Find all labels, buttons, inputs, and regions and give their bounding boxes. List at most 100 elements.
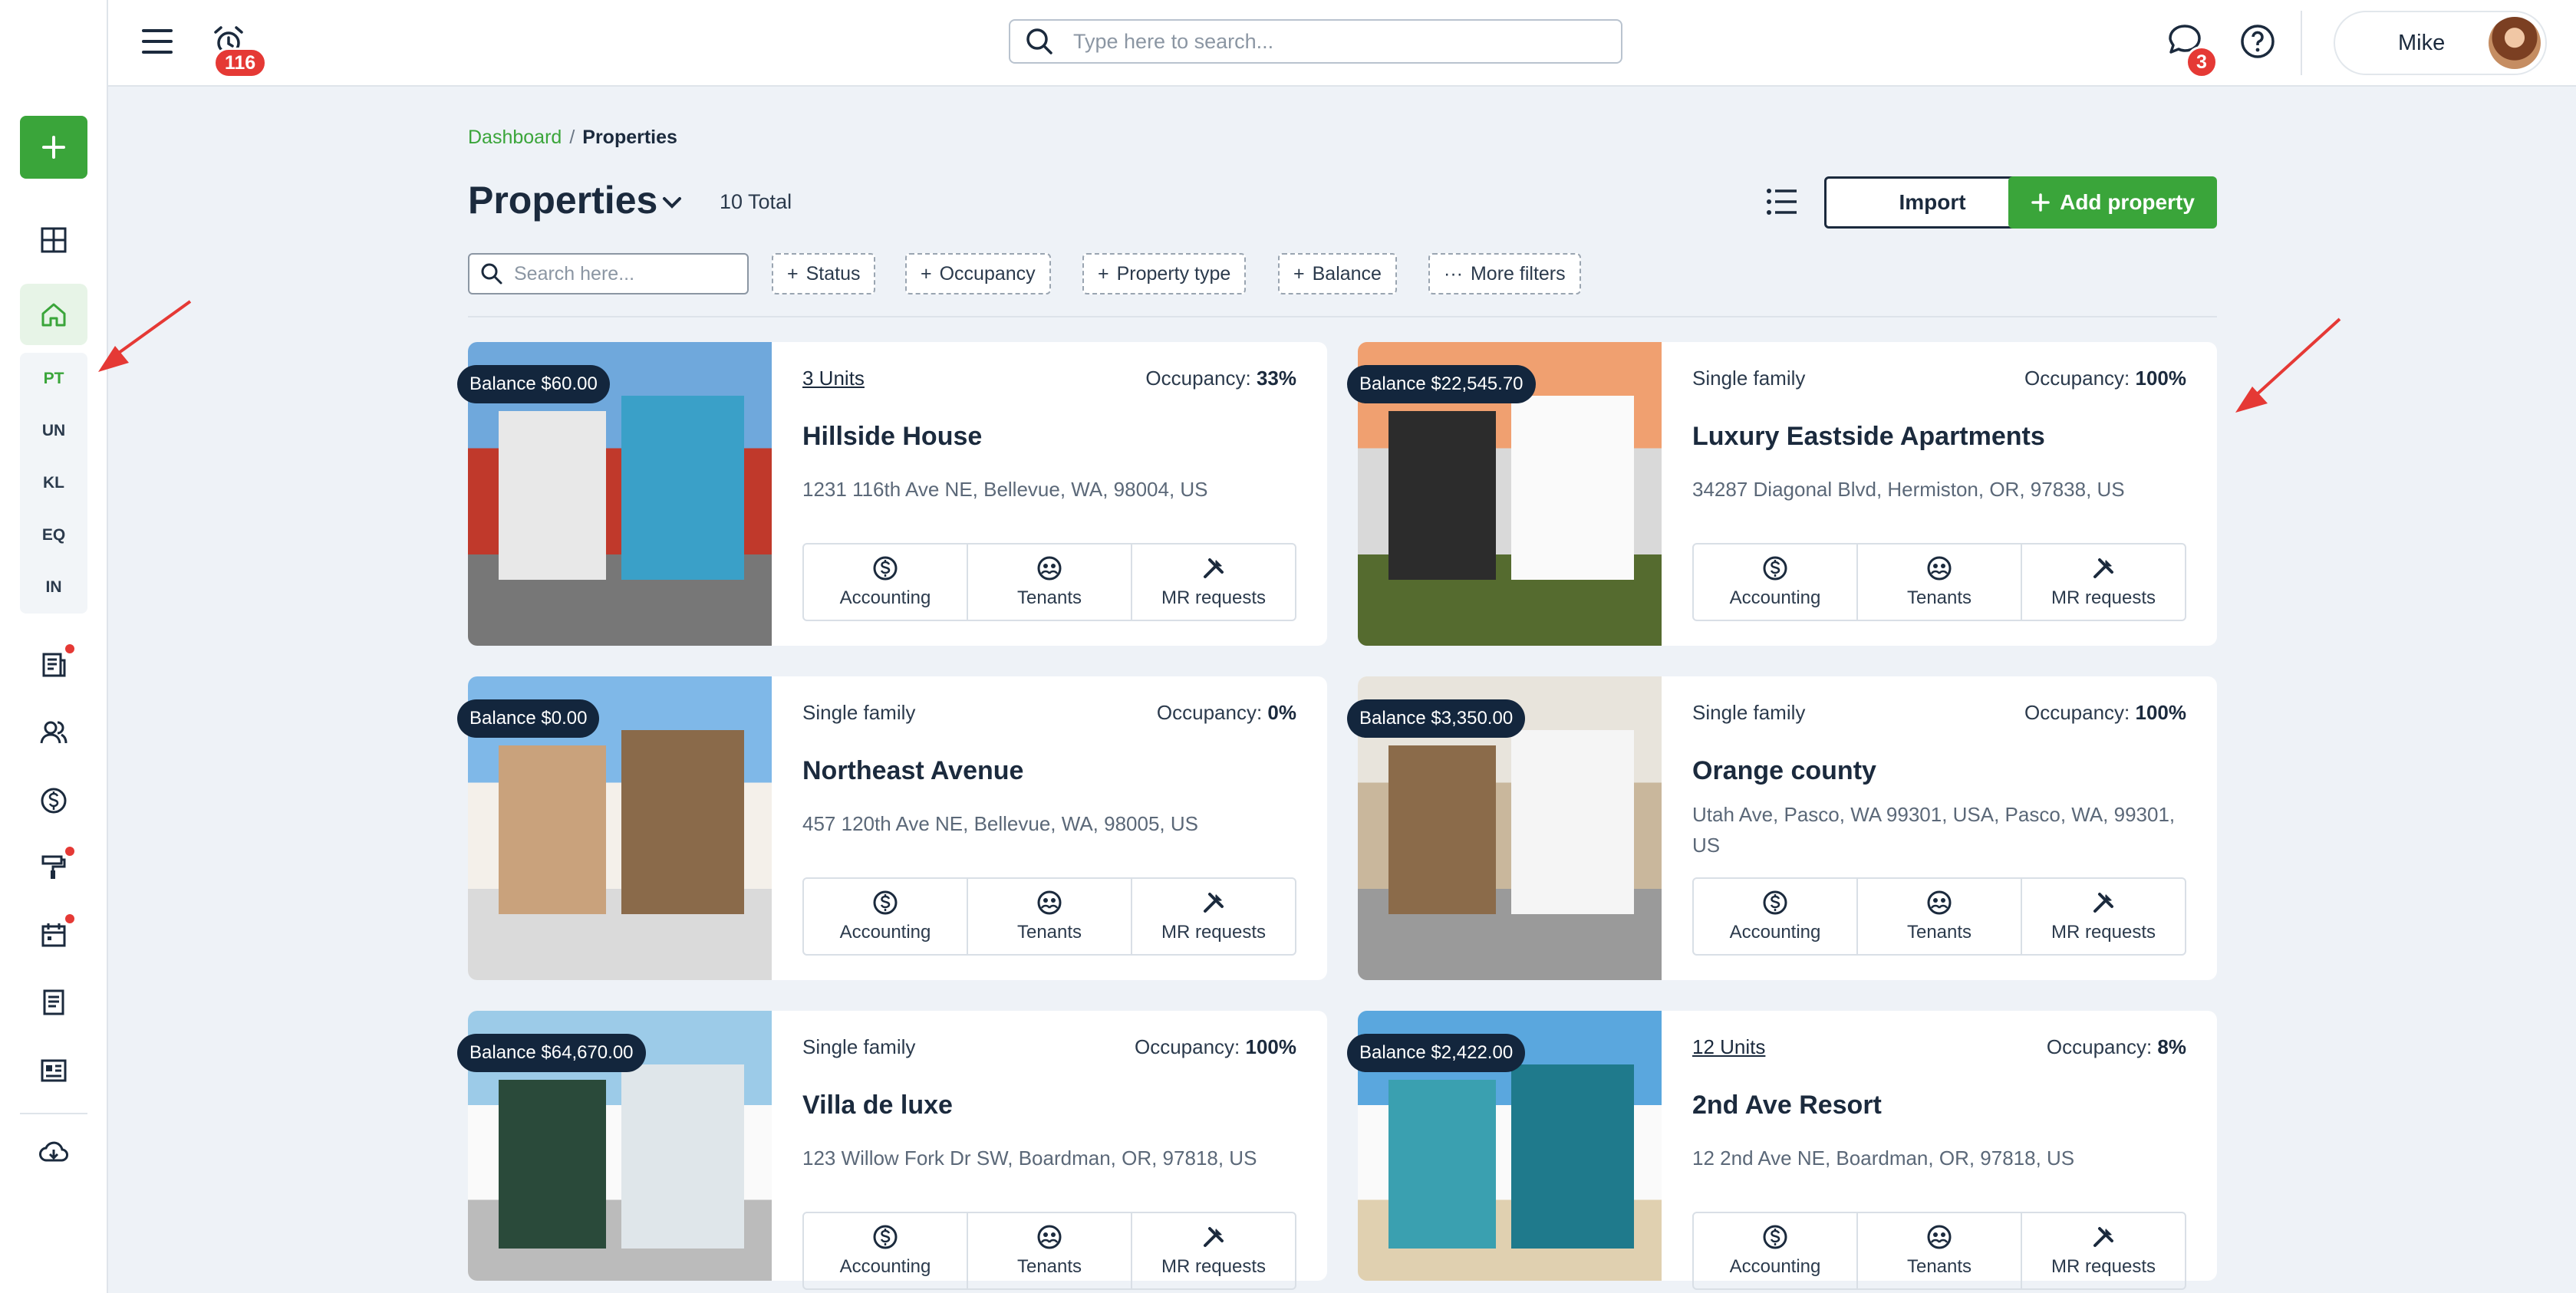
- property-name[interactable]: Luxury Eastside Apartments: [1692, 422, 2045, 452]
- mr-requests-button[interactable]: MR requests: [2022, 879, 2185, 954]
- property-address: Utah Ave, Pasco, WA 99301, USA, Pasco, W…: [1692, 803, 2176, 857]
- tenants-icon: [1037, 1225, 1062, 1249]
- property-name[interactable]: Northeast Avenue: [802, 756, 1023, 786]
- property-name[interactable]: Hillside House: [802, 422, 982, 452]
- accounting-button[interactable]: Accounting: [1694, 879, 1858, 954]
- tools-icon: [1204, 893, 1224, 913]
- tenants-button[interactable]: Tenants: [968, 1213, 1132, 1288]
- property-card[interactable]: Balance $64,670.00 Single family Occupan…: [457, 1011, 1327, 1290]
- filter-balance[interactable]: + Balance: [1278, 253, 1397, 294]
- filter-balance-label: Balance: [1312, 262, 1382, 285]
- mr-requests-button[interactable]: MR requests: [1132, 545, 1295, 620]
- dollar-icon: [1763, 890, 1787, 915]
- property-card[interactable]: Balance $60.00 3 Units Occupancy: 33% Hi…: [457, 342, 1327, 646]
- mr-requests-button[interactable]: MR requests: [1132, 879, 1295, 954]
- listing-icon: [41, 1059, 67, 1082]
- dollar-icon: [1763, 1225, 1787, 1249]
- accounting-label: Accounting: [1729, 922, 1821, 943]
- mr-requests-button[interactable]: MR requests: [2022, 1213, 2185, 1288]
- submenu-item-kl[interactable]: KL: [20, 474, 87, 492]
- plus-icon: [42, 136, 65, 159]
- mr-requests-button[interactable]: MR requests: [1132, 1213, 1295, 1288]
- submenu-item-in[interactable]: IN: [20, 578, 87, 597]
- property-actions: Accounting Tenants MR requests: [1692, 543, 2186, 621]
- add-property-button[interactable]: Add property: [2008, 176, 2217, 229]
- accounting-button[interactable]: Accounting: [1694, 545, 1858, 620]
- sidebar-item-properties[interactable]: [20, 284, 87, 345]
- submenu-item-eq[interactable]: EQ: [20, 526, 87, 545]
- property-name[interactable]: 2nd Ave Resort: [1692, 1091, 1882, 1120]
- cloud-download-icon: [39, 1141, 68, 1162]
- tenants-button[interactable]: Tenants: [1858, 545, 2022, 620]
- tools-icon: [1204, 558, 1224, 578]
- sidebar-item-downloads[interactable]: [31, 1130, 77, 1176]
- property-card[interactable]: Balance $0.00 Single family Occupancy: 0…: [457, 676, 1327, 980]
- balance-badge: Balance $22,545.70: [1347, 365, 1536, 403]
- filter-occupancy[interactable]: + Occupancy: [905, 253, 1051, 294]
- property-address: 123 Willow Fork Dr SW, Boardman, OR, 978…: [802, 1147, 1257, 1170]
- dollar-icon: [873, 890, 898, 915]
- property-type[interactable]: 12 Units: [1692, 1035, 1765, 1059]
- document-icon: [43, 989, 64, 1015]
- accounting-label: Accounting: [839, 587, 931, 608]
- calendar-icon: [41, 923, 66, 947]
- breadcrumb-dashboard-link[interactable]: Dashboard: [468, 127, 562, 148]
- tenants-icon: [1927, 556, 1952, 581]
- accounting-button[interactable]: Accounting: [804, 879, 968, 954]
- chevron-down-icon[interactable]: [658, 189, 686, 216]
- tenants-label: Tenants: [1016, 922, 1082, 943]
- avatar[interactable]: [2489, 17, 2541, 69]
- occupancy-label: Occupancy:: [1145, 367, 1251, 390]
- report-icon: [42, 653, 66, 677]
- page-title[interactable]: Properties: [468, 178, 657, 222]
- mr-requests-label: MR requests: [2051, 587, 2156, 608]
- sidebar-item-people[interactable]: [31, 709, 77, 755]
- sidebar-item-listings[interactable]: [31, 1048, 77, 1094]
- people-icon: [40, 721, 68, 744]
- property-card[interactable]: Balance $2,422.00 12 Units Occupancy: 8%…: [1347, 1011, 2217, 1290]
- property-type[interactable]: 3 Units: [802, 367, 865, 390]
- occupancy: Occupancy: 100%: [2024, 701, 2186, 725]
- occupancy-value: 100%: [2135, 367, 2187, 390]
- property-card[interactable]: Balance $3,350.00 Single family Occupanc…: [1347, 676, 2217, 980]
- submenu-item-un[interactable]: UN: [20, 422, 87, 440]
- sidebar-item-accounting[interactable]: [31, 778, 77, 824]
- accounting-button[interactable]: Accounting: [804, 545, 968, 620]
- tenants-icon: [1037, 890, 1062, 915]
- plus-icon: +: [1293, 262, 1305, 285]
- occupancy-value: 33%: [1256, 367, 1296, 390]
- global-search-input[interactable]: [1073, 29, 1595, 54]
- accounting-button[interactable]: Accounting: [1694, 1213, 1858, 1288]
- tenants-button[interactable]: Tenants: [968, 879, 1132, 954]
- filter-status[interactable]: + Status: [772, 253, 876, 294]
- quick-add-button[interactable]: [20, 116, 87, 179]
- accounting-button[interactable]: Accounting: [804, 1213, 968, 1288]
- list-view-icon[interactable]: [1764, 184, 1800, 219]
- property-name[interactable]: Villa de luxe: [802, 1091, 953, 1120]
- plus-icon: +: [921, 262, 932, 285]
- mr-requests-button[interactable]: MR requests: [2022, 545, 2185, 620]
- tenants-button[interactable]: Tenants: [968, 545, 1132, 620]
- accounting-label: Accounting: [839, 922, 931, 943]
- sidebar-item-dashboard[interactable]: [31, 217, 77, 263]
- notifications-badge: 116: [213, 48, 267, 78]
- property-card[interactable]: Balance $22,545.70 Single family Occupan…: [1347, 342, 2217, 646]
- tenants-button[interactable]: Tenants: [1858, 1213, 2022, 1288]
- occupancy: Occupancy: 8%: [2047, 1035, 2186, 1059]
- property-name[interactable]: Orange county: [1692, 756, 1876, 786]
- filter-search-input[interactable]: [514, 262, 736, 285]
- submenu-item-pt[interactable]: PT: [20, 370, 87, 388]
- tools-icon: [2093, 1227, 2113, 1247]
- topbar: 116 3: [108, 0, 2576, 87]
- filter-property-type[interactable]: + Property type: [1082, 253, 1247, 294]
- filter-more[interactable]: ··· More filters: [1428, 253, 1581, 294]
- accounting-label: Accounting: [839, 1256, 931, 1277]
- sidebar-item-documents[interactable]: [31, 979, 77, 1025]
- sidebar: PT UN KL EQ IN: [0, 0, 108, 1293]
- property-actions: Accounting Tenants MR requests: [802, 877, 1296, 956]
- occupancy-value: 100%: [1245, 1035, 1297, 1058]
- help-icon[interactable]: [2239, 23, 2276, 60]
- hamburger-menu-icon[interactable]: [140, 25, 174, 58]
- tenants-button[interactable]: Tenants: [1858, 879, 2022, 954]
- paint-roller-icon: [41, 855, 66, 879]
